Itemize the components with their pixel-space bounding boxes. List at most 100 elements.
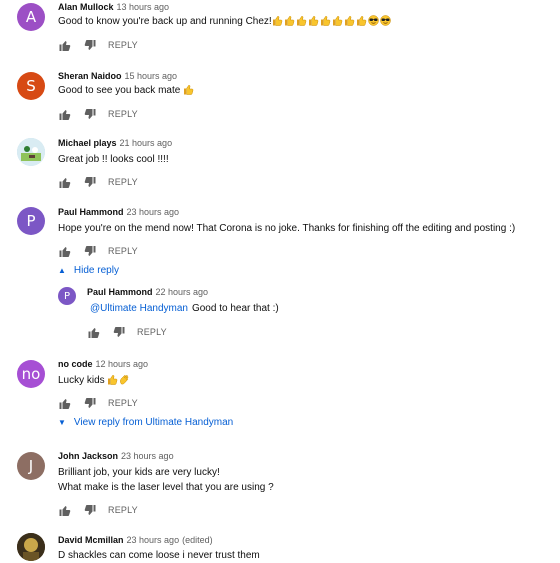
thumbs-up-icon bbox=[320, 15, 331, 31]
comment-author[interactable]: Paul Hammond bbox=[87, 287, 153, 297]
comment-text: Hope you're on the mend now! That Corona… bbox=[58, 223, 516, 234]
comment-text: D shackles can come loose i never trust … bbox=[58, 550, 260, 561]
like-icon[interactable] bbox=[87, 326, 101, 338]
comment-header: David Mcmillan 23 hours ago (edited) bbox=[58, 535, 213, 545]
avatar[interactable]: no bbox=[17, 360, 45, 388]
thumbs-up-icon bbox=[284, 15, 295, 31]
sunglasses-icon bbox=[379, 15, 391, 31]
comment-text: Brilliant job, your kids are very lucky! bbox=[58, 467, 220, 478]
comment-time[interactable]: 23 hours ago bbox=[127, 535, 180, 545]
sunglasses-icon bbox=[367, 15, 379, 31]
avatar-letter: P bbox=[63, 290, 71, 302]
reply-button[interactable]: REPLY bbox=[108, 398, 138, 408]
emoji-row bbox=[272, 15, 392, 27]
comment-header: no code 12 hours ago bbox=[58, 359, 148, 369]
reply-button[interactable]: REPLY bbox=[108, 505, 138, 515]
thumbs-up-icon bbox=[356, 15, 367, 31]
comment-time[interactable]: 12 hours ago bbox=[96, 359, 149, 369]
comment-time[interactable]: 15 hours ago bbox=[125, 71, 178, 81]
dislike-icon[interactable] bbox=[83, 108, 97, 120]
comment-text: Lucky kids bbox=[58, 373, 131, 390]
comment-text: Good to see you back mate bbox=[58, 83, 195, 100]
comment-header: Michael plays 21 hours ago bbox=[58, 138, 172, 148]
comment-author[interactable]: no code bbox=[58, 359, 93, 369]
comment-header: Paul Hammond 23 hours ago bbox=[58, 207, 179, 217]
thumbs-up-icon bbox=[332, 15, 343, 31]
hide-replies-toggle[interactable]: ▲ Hide reply bbox=[58, 265, 119, 276]
comment-author[interactable]: Paul Hammond bbox=[58, 207, 124, 217]
like-icon[interactable] bbox=[58, 108, 72, 120]
clapping-icon bbox=[119, 374, 130, 390]
thumbs-up-icon bbox=[296, 15, 307, 31]
comment-author[interactable]: Michael plays bbox=[58, 138, 117, 148]
comment-text-line2: What make is the laser level that you ar… bbox=[58, 482, 274, 493]
avatar-letter: S bbox=[26, 77, 36, 95]
comment-text: Great job !! looks cool !!!! bbox=[58, 154, 169, 165]
comment-header: Paul Hammond 22 hours ago bbox=[87, 287, 208, 297]
like-icon[interactable] bbox=[58, 504, 72, 516]
comment-time[interactable]: 22 hours ago bbox=[156, 287, 209, 297]
reply-button[interactable]: REPLY bbox=[108, 246, 138, 256]
like-icon[interactable] bbox=[58, 39, 72, 51]
avatar[interactable]: P bbox=[58, 287, 76, 305]
like-icon[interactable] bbox=[58, 397, 72, 409]
avatar[interactable]: J bbox=[17, 452, 45, 480]
thumbs-up-icon bbox=[344, 15, 355, 31]
thumbs-up-icon bbox=[308, 15, 319, 31]
comment-header: Alan Mullock 13 hours ago bbox=[58, 2, 169, 12]
comment-time[interactable]: 13 hours ago bbox=[117, 2, 170, 12]
comment-time[interactable]: 23 hours ago bbox=[121, 451, 174, 461]
dislike-icon[interactable] bbox=[83, 397, 97, 409]
comment-body: Lucky kids bbox=[58, 375, 105, 386]
like-icon[interactable] bbox=[58, 176, 72, 188]
comment-header: Sheran Naidoo 15 hours ago bbox=[58, 71, 177, 81]
like-icon[interactable] bbox=[58, 245, 72, 257]
comment-author[interactable]: David Mcmillan bbox=[58, 535, 124, 545]
comment-body: Good to hear that :) bbox=[191, 303, 279, 314]
comment-actions: REPLY bbox=[58, 176, 138, 188]
dislike-icon[interactable] bbox=[83, 39, 97, 51]
thumbs-up-icon bbox=[183, 84, 194, 100]
avatar-image bbox=[17, 138, 45, 166]
chevron-up-icon: ▲ bbox=[58, 266, 66, 275]
toggle-label: Hide reply bbox=[73, 265, 119, 276]
chevron-down-icon: ▼ bbox=[58, 418, 66, 427]
dislike-icon[interactable] bbox=[83, 176, 97, 188]
comment-author[interactable]: Sheran Naidoo bbox=[58, 71, 122, 81]
avatar[interactable] bbox=[17, 533, 45, 561]
emoji-row bbox=[183, 84, 195, 96]
avatar[interactable]: S bbox=[17, 72, 45, 100]
dislike-icon[interactable] bbox=[83, 504, 97, 516]
avatar[interactable]: P bbox=[17, 207, 45, 235]
avatar-letter: no bbox=[21, 365, 41, 383]
avatar[interactable] bbox=[17, 138, 45, 166]
reply-button[interactable]: REPLY bbox=[108, 109, 138, 119]
comment-time[interactable]: 23 hours ago bbox=[127, 207, 180, 217]
comment-actions: REPLY bbox=[58, 39, 138, 51]
view-replies-toggle[interactable]: ▼ View reply from Ultimate Handyman bbox=[58, 417, 233, 428]
comment-author[interactable]: John Jackson bbox=[58, 451, 118, 461]
comment-author[interactable]: Alan Mullock bbox=[58, 2, 114, 12]
emoji-row bbox=[107, 374, 131, 386]
comment-actions: REPLY bbox=[58, 504, 138, 516]
comment-actions: REPLY bbox=[58, 108, 138, 120]
comment-text: Good to know you're back up and running … bbox=[58, 14, 392, 31]
comment-text: @Ultimate Handyman Good to hear that :) bbox=[90, 301, 279, 316]
comment-actions: REPLY bbox=[58, 397, 138, 409]
comment-time[interactable]: 21 hours ago bbox=[120, 138, 173, 148]
dislike-icon[interactable] bbox=[83, 245, 97, 257]
edited-label: (edited) bbox=[182, 535, 213, 545]
thumbs-up-icon bbox=[272, 15, 283, 31]
avatar[interactable]: A bbox=[17, 3, 45, 31]
avatar-letter: P bbox=[26, 212, 36, 230]
reply-button[interactable]: REPLY bbox=[137, 327, 167, 337]
reply-button[interactable]: REPLY bbox=[108, 177, 138, 187]
comment-header: John Jackson 23 hours ago bbox=[58, 451, 174, 461]
mention-link[interactable]: @Ultimate Handyman bbox=[90, 303, 188, 314]
dislike-icon[interactable] bbox=[112, 326, 126, 338]
avatar-letter: A bbox=[25, 8, 37, 26]
avatar-image bbox=[17, 533, 45, 561]
comment-body: Good to see you back mate bbox=[58, 85, 181, 96]
reply-button[interactable]: REPLY bbox=[108, 40, 138, 50]
comment-actions: REPLY bbox=[87, 326, 167, 338]
